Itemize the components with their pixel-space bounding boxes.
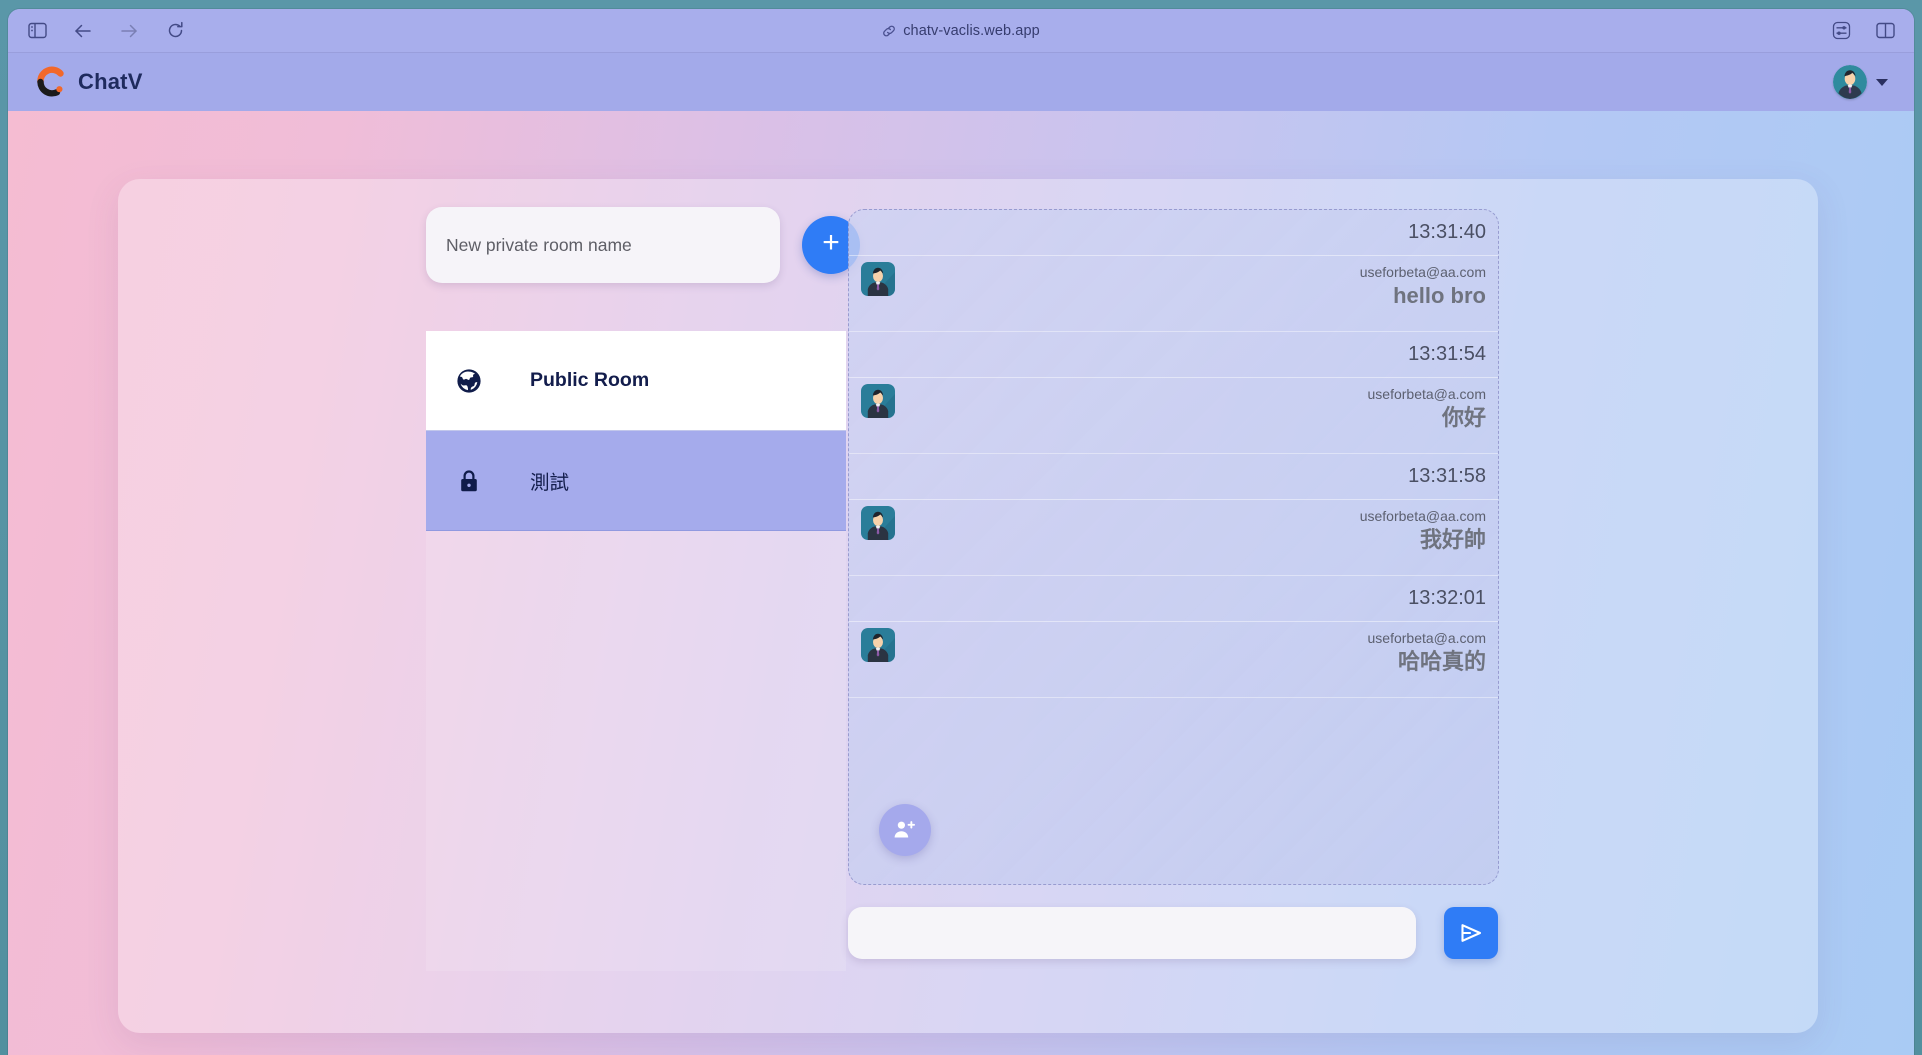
extensions-icon[interactable] [1830,20,1852,42]
message-content: useforbeta@aa.com hello bro [1360,264,1486,317]
message-text: 你好 [1441,405,1486,430]
room-list-item-public[interactable]: Public Room [426,331,846,431]
browser-window: chatv-vaclis.web.app ChatV New private r… [0,0,1922,1055]
forward-arrow-icon[interactable] [118,20,140,42]
message-avatar [861,384,895,418]
message-content: useforbeta@a.com 你好 [1368,386,1487,439]
room-list-item-private[interactable]: 測試 [426,431,846,531]
send-button[interactable] [1444,907,1498,959]
browser-toolbar-right [1830,20,1896,42]
add-person-icon [893,819,917,841]
sidebar-toggle-icon[interactable] [26,20,48,42]
message-block: 13:31:54 useforbeta@a.com 你好 [849,332,1498,454]
message-sender: useforbeta@a.com [1367,386,1487,402]
message-text: hello bro [1393,283,1486,308]
message-timestamp: 13:32:01 [849,576,1498,622]
message-timestamp: 13:31:58 [849,454,1498,500]
message-text: 哈哈真的 [1397,649,1486,674]
message-content: useforbeta@aa.com 我好帥 [1360,508,1486,561]
message-avatar [861,628,895,662]
link-icon [882,24,896,38]
message-block: 13:31:40 useforbeta@aa.com hello bro [849,210,1498,332]
brand-name: ChatV [78,69,143,94]
message-input[interactable] [848,907,1416,959]
new-room-name-input[interactable] [426,207,780,283]
message-avatar [861,262,895,296]
globe-icon [456,368,482,394]
message-row: useforbeta@aa.com hello bro [849,256,1498,332]
message-row: useforbeta@a.com 哈哈真的 [849,622,1498,698]
new-room-row: + [426,207,860,283]
room-list: Public Room 測試 [426,331,846,971]
message-composer [848,907,1508,959]
chevron-down-icon[interactable] [1876,78,1888,86]
back-arrow-icon[interactable] [72,20,94,42]
message-block: 13:32:01 useforbeta@a.com 哈哈真的 [849,576,1498,698]
app-background: + Public Room [8,111,1914,1055]
message-timestamp: 13:31:40 [849,210,1498,256]
brand-logo-link[interactable]: ChatV [36,66,143,98]
reload-icon[interactable] [164,20,186,42]
message-sender: useforbeta@aa.com [1359,264,1486,280]
message-text: 我好帥 [1419,527,1486,552]
tab-overview-icon[interactable] [1874,20,1896,42]
message-sender: useforbeta@aa.com [1359,508,1486,524]
message-row: useforbeta@a.com 你好 [849,378,1498,454]
messages-panel[interactable]: 13:31:40 useforbeta@aa.com hello bro 13:… [848,209,1499,885]
message-block: 13:31:58 useforbeta@aa.com 我好帥 [849,454,1498,576]
chatv-logo-icon [36,66,66,98]
main-card: + Public Room [118,179,1818,1033]
url-text: chatv-vaclis.web.app [903,22,1040,39]
message-timestamp: 13:31:54 [849,332,1498,378]
header-right-group [1833,65,1888,99]
user-avatar[interactable] [1833,65,1867,99]
message-row: useforbeta@aa.com 我好帥 [849,500,1498,576]
rooms-column: + Public Room [426,207,860,971]
browser-nav-group [26,20,186,42]
send-icon [1458,921,1484,945]
room-list-item-label: Public Room [530,369,650,391]
add-person-icon-button[interactable] [879,804,931,856]
browser-toolbar: chatv-vaclis.web.app [8,9,1914,53]
app-header: ChatV [8,53,1914,111]
room-list-item-label: 測試 [530,472,570,494]
message-content: useforbeta@a.com 哈哈真的 [1368,630,1487,683]
url-bar-container: chatv-vaclis.web.app [8,23,1914,39]
message-sender: useforbeta@a.com [1367,630,1487,646]
message-avatar [861,506,895,540]
lock-icon [456,468,482,494]
chat-column: 13:31:40 useforbeta@aa.com hello bro 13:… [848,209,1508,959]
url-bar[interactable]: chatv-vaclis.web.app [882,23,1040,39]
browser-window-frame: chatv-vaclis.web.app ChatV New private r… [8,9,1914,1055]
